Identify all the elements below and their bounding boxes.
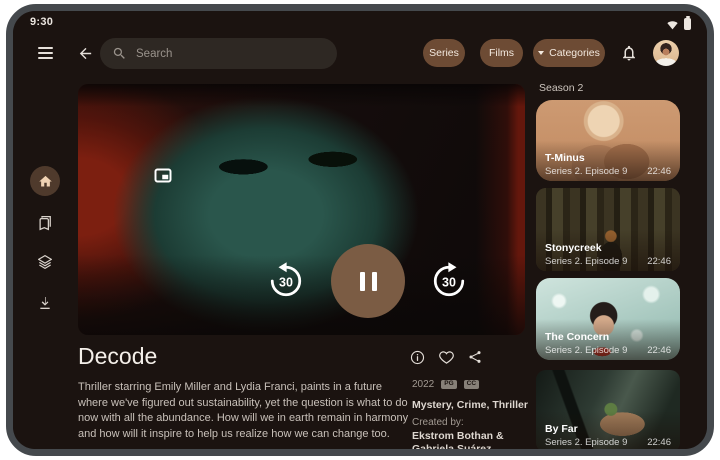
episode-card[interactable]: By Far Series 2. Episode 9 22:46 bbox=[536, 370, 680, 449]
layers-icon bbox=[36, 253, 54, 271]
download-icon bbox=[37, 295, 53, 311]
episode-duration: 22:46 bbox=[647, 166, 671, 177]
wifi-icon bbox=[666, 19, 679, 30]
episode-subtitle: Series 2. Episode 9 bbox=[545, 166, 627, 177]
info-button[interactable] bbox=[406, 346, 428, 368]
filter-categories-button[interactable]: Categories bbox=[533, 39, 605, 67]
creator-name: Gabriela Suárez bbox=[412, 443, 491, 449]
home-icon bbox=[38, 174, 53, 189]
svg-text:30: 30 bbox=[442, 276, 456, 290]
arrow-left-icon bbox=[77, 45, 94, 62]
back-button[interactable] bbox=[73, 41, 97, 65]
pause-button[interactable] bbox=[331, 244, 405, 318]
genres-text: Mystery, Crime, Thriller bbox=[412, 399, 528, 411]
episode-duration: 22:46 bbox=[647, 437, 671, 448]
creator-name: Ekstrom Bothan & bbox=[412, 430, 504, 442]
notifications-button[interactable] bbox=[616, 40, 642, 66]
episode-subtitle: Series 2. Episode 9 bbox=[545, 345, 627, 356]
menu-button[interactable] bbox=[33, 41, 57, 65]
hamburger-icon bbox=[38, 47, 53, 49]
episode-title: T-Minus bbox=[545, 152, 585, 164]
forward-30-button[interactable]: 30 bbox=[429, 261, 469, 301]
pause-icon bbox=[360, 272, 365, 291]
release-year: 2022 bbox=[412, 379, 434, 390]
rating-badge: PG bbox=[441, 380, 456, 390]
episode-title: Stonycreek bbox=[545, 242, 602, 254]
sidebar-item-home[interactable] bbox=[30, 166, 60, 196]
favorite-button[interactable] bbox=[435, 346, 457, 368]
chevron-down-icon bbox=[538, 51, 544, 55]
sidebar-item-library[interactable] bbox=[33, 250, 57, 274]
svg-text:30: 30 bbox=[279, 276, 293, 290]
forward-30-icon: 30 bbox=[429, 261, 469, 301]
episode-subtitle: Series 2. Episode 9 bbox=[545, 256, 627, 267]
bell-icon bbox=[620, 44, 638, 62]
episode-title: By Far bbox=[545, 423, 578, 435]
season-header: Season 2 bbox=[539, 82, 583, 94]
episode-duration: 22:46 bbox=[647, 256, 671, 267]
page: 9:30 Search Series Films bbox=[0, 0, 720, 460]
filter-films-button[interactable]: Films bbox=[480, 39, 523, 67]
episode-card[interactable]: T-Minus Series 2. Episode 9 22:46 bbox=[536, 100, 680, 181]
share-icon bbox=[467, 349, 483, 365]
replay-30-button[interactable]: 30 bbox=[266, 261, 306, 301]
share-button[interactable] bbox=[464, 346, 486, 368]
description-text: Thriller starring Emily Miller and Lydia… bbox=[78, 380, 414, 442]
episode-card[interactable]: The Concern Series 2. Episode 9 22:46 bbox=[536, 278, 680, 360]
battery-icon bbox=[684, 18, 691, 30]
video-player: 30 30 bbox=[78, 84, 525, 335]
page-title: Decode bbox=[78, 343, 157, 370]
bookmarks-icon bbox=[36, 214, 54, 232]
episode-subtitle: Series 2. Episode 9 bbox=[545, 437, 627, 448]
captions-badge: CC bbox=[464, 380, 479, 390]
status-time: 9:30 bbox=[30, 16, 53, 28]
status-icons bbox=[666, 18, 691, 30]
year-row: 2022 PG CC bbox=[412, 379, 479, 390]
search-input[interactable]: Search bbox=[100, 38, 337, 69]
app-screen: 9:30 Search Series Films bbox=[13, 11, 707, 449]
created-by-label: Created by: bbox=[412, 417, 464, 428]
tablet-frame: 9:30 Search Series Films bbox=[6, 4, 714, 456]
picture-in-picture-icon bbox=[154, 168, 172, 183]
episode-duration: 22:46 bbox=[647, 345, 671, 356]
search-icon bbox=[112, 46, 127, 61]
sidebar-item-bookmarks[interactable] bbox=[33, 211, 57, 235]
episode-card[interactable]: Stonycreek Series 2. Episode 9 22:46 bbox=[536, 188, 680, 271]
avatar[interactable] bbox=[653, 40, 679, 66]
sidebar-item-downloads[interactable] bbox=[33, 291, 57, 315]
replay-30-icon: 30 bbox=[266, 261, 306, 301]
info-icon bbox=[409, 349, 426, 366]
heart-icon bbox=[438, 349, 455, 366]
picture-in-picture-button[interactable] bbox=[151, 163, 175, 187]
episode-title: The Concern bbox=[545, 331, 609, 343]
search-placeholder: Search bbox=[136, 48, 172, 60]
filter-series-button[interactable]: Series bbox=[423, 39, 465, 67]
